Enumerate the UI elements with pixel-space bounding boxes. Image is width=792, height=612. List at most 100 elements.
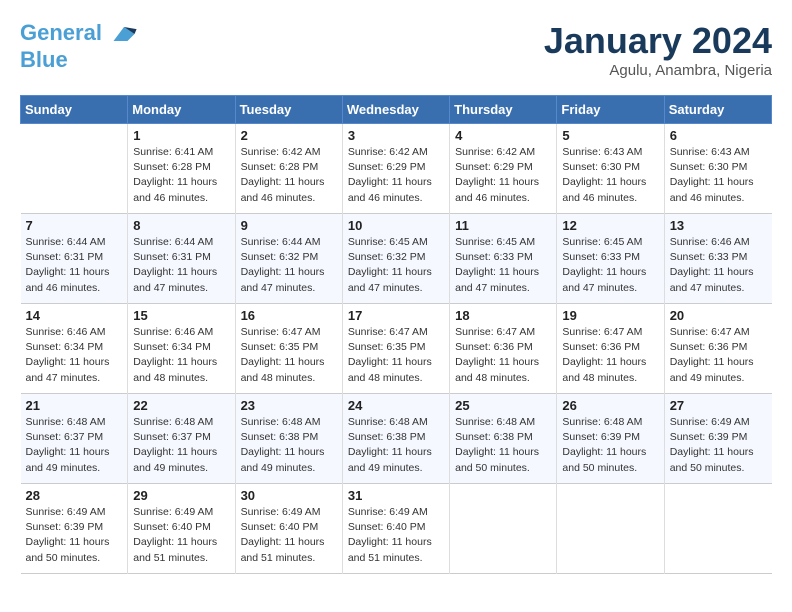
calendar-cell: 19 Sunrise: 6:47 AMSunset: 6:36 PMDayligh… (557, 304, 664, 394)
day-info: Sunrise: 6:48 AMSunset: 6:37 PMDaylight:… (26, 415, 123, 476)
calendar-cell: 21 Sunrise: 6:48 AMSunset: 6:37 PMDayligh… (21, 394, 128, 484)
day-info: Sunrise: 6:49 AMSunset: 6:40 PMDaylight:… (133, 505, 229, 566)
day-number: 29 (133, 488, 229, 503)
day-number: 27 (670, 398, 767, 413)
weekday-header-friday: Friday (557, 96, 664, 124)
day-number: 1 (133, 128, 229, 143)
day-number: 5 (562, 128, 658, 143)
calendar-cell: 4 Sunrise: 6:42 AMSunset: 6:29 PMDaylight… (450, 124, 557, 214)
day-info: Sunrise: 6:45 AMSunset: 6:33 PMDaylight:… (562, 235, 658, 296)
day-number: 21 (26, 398, 123, 413)
calendar-cell: 29 Sunrise: 6:49 AMSunset: 6:40 PMDayligh… (128, 484, 235, 574)
day-number: 23 (241, 398, 337, 413)
day-number: 11 (455, 218, 551, 233)
calendar-week-row: 1 Sunrise: 6:41 AMSunset: 6:28 PMDaylight… (21, 124, 772, 214)
weekday-header-tuesday: Tuesday (235, 96, 342, 124)
weekday-header-saturday: Saturday (664, 96, 771, 124)
title-block: January 2024 Agulu, Anambra, Nigeria (544, 20, 772, 79)
day-info: Sunrise: 6:42 AMSunset: 6:28 PMDaylight:… (241, 145, 337, 206)
day-info: Sunrise: 6:47 AMSunset: 6:35 PMDaylight:… (241, 325, 337, 386)
day-number: 17 (348, 308, 444, 323)
day-info: Sunrise: 6:44 AMSunset: 6:31 PMDaylight:… (26, 235, 123, 296)
day-info: Sunrise: 6:42 AMSunset: 6:29 PMDaylight:… (455, 145, 551, 206)
calendar-week-row: 21 Sunrise: 6:48 AMSunset: 6:37 PMDayligh… (21, 394, 772, 484)
calendar-cell: 15 Sunrise: 6:46 AMSunset: 6:34 PMDayligh… (128, 304, 235, 394)
day-info: Sunrise: 6:47 AMSunset: 6:35 PMDaylight:… (348, 325, 444, 386)
day-number: 16 (241, 308, 337, 323)
day-number: 30 (241, 488, 337, 503)
day-info: Sunrise: 6:46 AMSunset: 6:34 PMDaylight:… (26, 325, 123, 386)
day-number: 13 (670, 218, 767, 233)
day-number: 8 (133, 218, 229, 233)
calendar-cell: 3Sunrise: 6:42 AMSunset: 6:29 PMDaylight… (342, 124, 449, 214)
calendar-cell: 22Sunrise: 6:48 AMSunset: 6:37 PMDayligh… (128, 394, 235, 484)
calendar-cell: 13 Sunrise: 6:46 AMSunset: 6:33 PMDayligh… (664, 214, 771, 304)
day-info: Sunrise: 6:48 AMSunset: 6:38 PMDaylight:… (455, 415, 551, 476)
logo: General Blue (20, 20, 138, 72)
calendar-cell: 23 Sunrise: 6:48 AMSunset: 6:38 PMDayligh… (235, 394, 342, 484)
day-number: 15 (133, 308, 229, 323)
day-number: 20 (670, 308, 767, 323)
day-info: Sunrise: 6:45 AMSunset: 6:32 PMDaylight:… (348, 235, 444, 296)
calendar-cell: 11 Sunrise: 6:45 AMSunset: 6:33 PMDayligh… (450, 214, 557, 304)
day-info: Sunrise: 6:49 AMSunset: 6:40 PMDaylight:… (241, 505, 337, 566)
calendar-cell: 25 Sunrise: 6:48 AMSunset: 6:38 PMDayligh… (450, 394, 557, 484)
calendar-cell (450, 484, 557, 574)
day-info: Sunrise: 6:49 AMSunset: 6:39 PMDaylight:… (26, 505, 123, 566)
weekday-header-thursday: Thursday (450, 96, 557, 124)
day-info: Sunrise: 6:42 AMSunset: 6:29 PMDaylight:… (348, 145, 444, 206)
day-number: 4 (455, 128, 551, 143)
day-number: 6 (670, 128, 767, 143)
calendar-cell: 31 Sunrise: 6:49 AMSunset: 6:40 PMDayligh… (342, 484, 449, 574)
day-info: Sunrise: 6:43 AMSunset: 6:30 PMDaylight:… (670, 145, 767, 206)
day-info: Sunrise: 6:47 AMSunset: 6:36 PMDaylight:… (562, 325, 658, 386)
day-number: 18 (455, 308, 551, 323)
day-info: Sunrise: 6:47 AMSunset: 6:36 PMDaylight:… (455, 325, 551, 386)
day-info: Sunrise: 6:44 AMSunset: 6:31 PMDaylight:… (133, 235, 229, 296)
day-number: 7 (26, 218, 123, 233)
page-header: General Blue January 2024 Agulu, Anambra… (20, 20, 772, 79)
calendar-cell: 20 Sunrise: 6:47 AMSunset: 6:36 PMDayligh… (664, 304, 771, 394)
calendar-cell: 1 Sunrise: 6:41 AMSunset: 6:28 PMDaylight… (128, 124, 235, 214)
calendar-cell (21, 124, 128, 214)
day-number: 9 (241, 218, 337, 233)
day-number: 31 (348, 488, 444, 503)
calendar-week-row: 7 Sunrise: 6:44 AMSunset: 6:31 PMDaylight… (21, 214, 772, 304)
calendar-cell: 12 Sunrise: 6:45 AMSunset: 6:33 PMDayligh… (557, 214, 664, 304)
logo-subtext: Blue (20, 48, 138, 72)
calendar-cell: 10Sunrise: 6:45 AMSunset: 6:32 PMDayligh… (342, 214, 449, 304)
calendar-cell: 26Sunrise: 6:48 AMSunset: 6:39 PMDayligh… (557, 394, 664, 484)
day-info: Sunrise: 6:49 AMSunset: 6:40 PMDaylight:… (348, 505, 444, 566)
calendar-cell: 5Sunrise: 6:43 AMSunset: 6:30 PMDaylight… (557, 124, 664, 214)
day-number: 12 (562, 218, 658, 233)
calendar-cell: 16 Sunrise: 6:47 AMSunset: 6:35 PMDayligh… (235, 304, 342, 394)
day-info: Sunrise: 6:46 AMSunset: 6:33 PMDaylight:… (670, 235, 767, 296)
calendar-cell (557, 484, 664, 574)
calendar-cell: 9 Sunrise: 6:44 AMSunset: 6:32 PMDaylight… (235, 214, 342, 304)
day-number: 2 (241, 128, 337, 143)
day-number: 22 (133, 398, 229, 413)
logo-icon (110, 20, 138, 48)
day-number: 19 (562, 308, 658, 323)
calendar-week-row: 14 Sunrise: 6:46 AMSunset: 6:34 PMDayligh… (21, 304, 772, 394)
calendar-cell: 7 Sunrise: 6:44 AMSunset: 6:31 PMDaylight… (21, 214, 128, 304)
logo-text: General (20, 20, 138, 48)
calendar-cell: 27 Sunrise: 6:49 AMSunset: 6:39 PMDayligh… (664, 394, 771, 484)
day-info: Sunrise: 6:41 AMSunset: 6:28 PMDaylight:… (133, 145, 229, 206)
weekday-header-monday: Monday (128, 96, 235, 124)
calendar-cell: 18 Sunrise: 6:47 AMSunset: 6:36 PMDayligh… (450, 304, 557, 394)
day-number: 25 (455, 398, 551, 413)
day-info: Sunrise: 6:46 AMSunset: 6:34 PMDaylight:… (133, 325, 229, 386)
day-info: Sunrise: 6:45 AMSunset: 6:33 PMDaylight:… (455, 235, 551, 296)
calendar-cell: 17 Sunrise: 6:47 AMSunset: 6:35 PMDayligh… (342, 304, 449, 394)
calendar-cell: 24Sunrise: 6:48 AMSunset: 6:38 PMDayligh… (342, 394, 449, 484)
day-info: Sunrise: 6:47 AMSunset: 6:36 PMDaylight:… (670, 325, 767, 386)
location-subtitle: Agulu, Anambra, Nigeria (544, 62, 772, 79)
calendar-week-row: 28Sunrise: 6:49 AMSunset: 6:39 PMDayligh… (21, 484, 772, 574)
day-info: Sunrise: 6:48 AMSunset: 6:38 PMDaylight:… (241, 415, 337, 476)
weekday-header-sunday: Sunday (21, 96, 128, 124)
day-info: Sunrise: 6:49 AMSunset: 6:39 PMDaylight:… (670, 415, 767, 476)
calendar-cell: 14 Sunrise: 6:46 AMSunset: 6:34 PMDayligh… (21, 304, 128, 394)
day-number: 14 (26, 308, 123, 323)
day-info: Sunrise: 6:44 AMSunset: 6:32 PMDaylight:… (241, 235, 337, 296)
